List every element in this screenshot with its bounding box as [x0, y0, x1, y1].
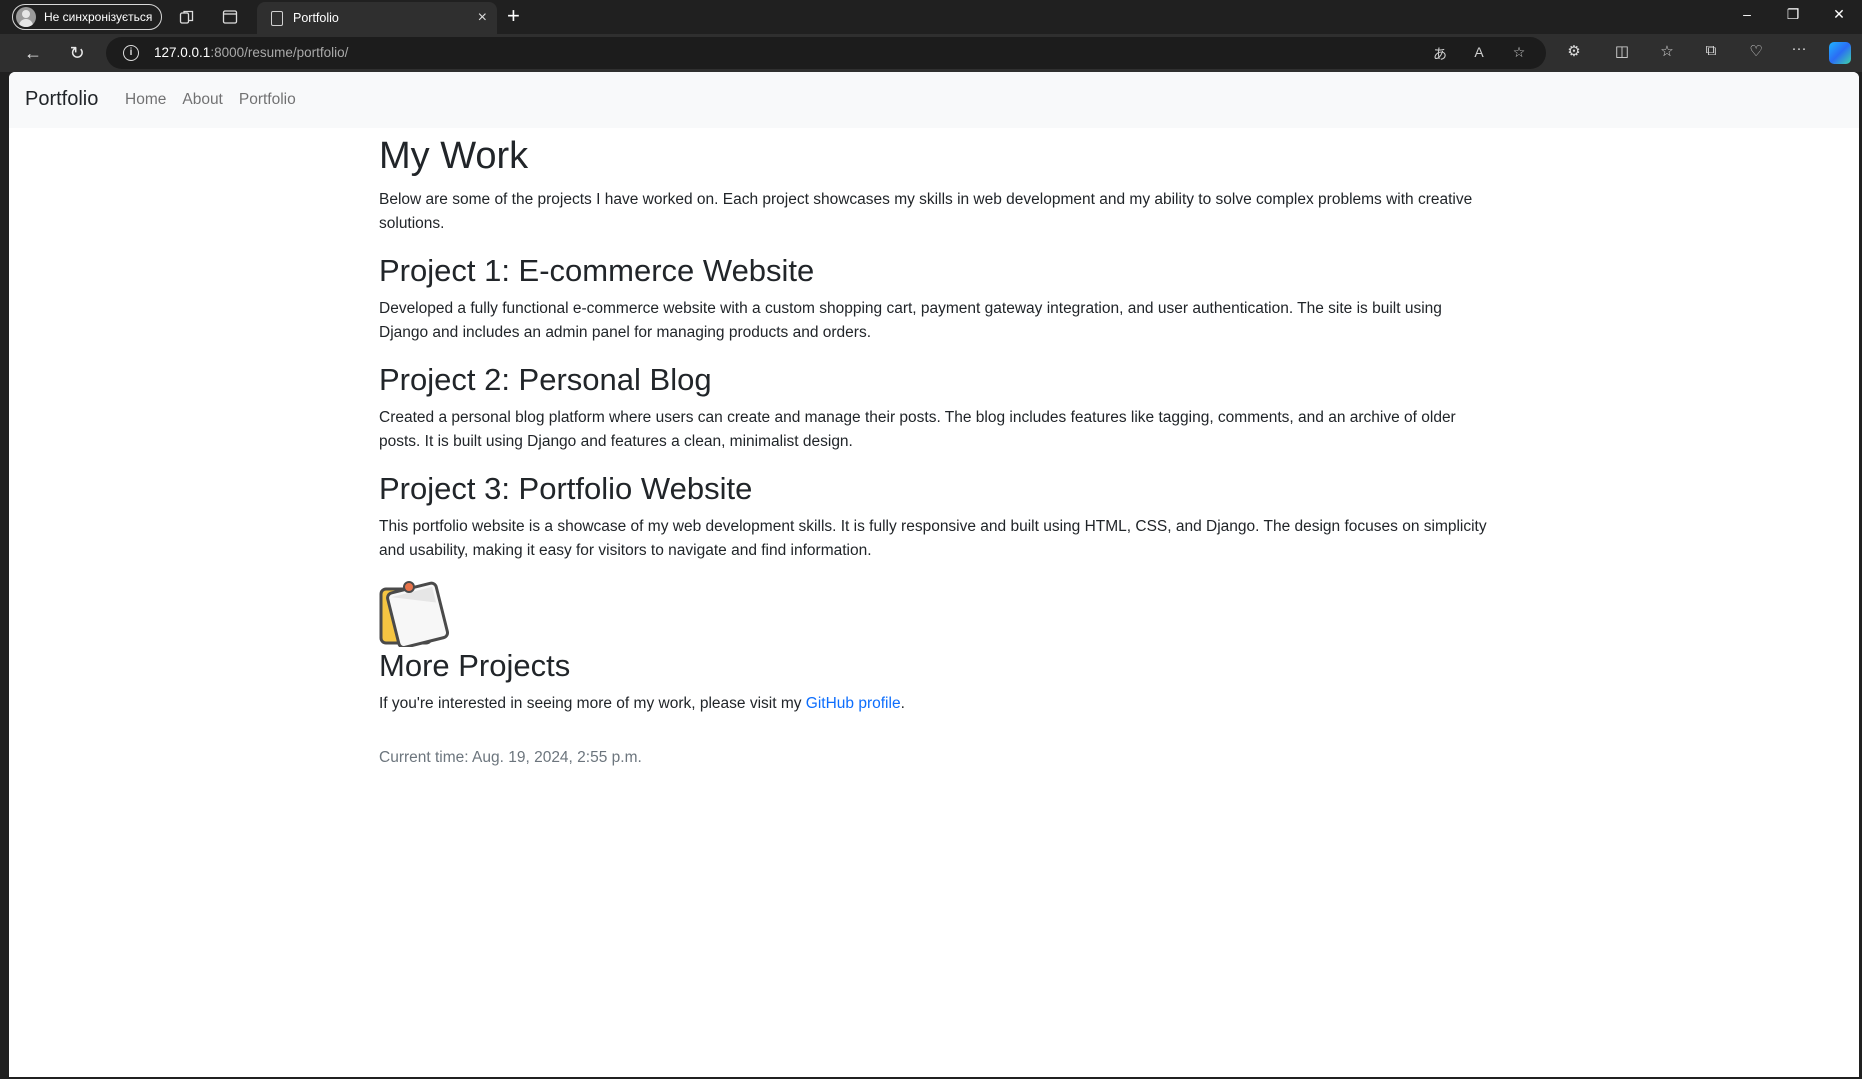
project-2-title: Project 2: Personal Blog: [379, 361, 712, 397]
tab-portfolio[interactable]: Portfolio ×: [257, 2, 497, 34]
address-bar[interactable]: i 127.0.0.1:8000/resume/portfolio/ あ A ☆: [106, 37, 1546, 69]
url-host: 127.0.0.1: [154, 45, 211, 60]
current-time: Current time: Aug. 19, 2024, 2:55 p.m.: [379, 749, 642, 767]
back-icon[interactable]: ←: [22, 42, 44, 64]
nav-links: Home About Portfolio: [125, 91, 296, 109]
more-text-before: If you're interested in seeing more of m…: [379, 695, 806, 713]
translate-icon[interactable]: あ: [1430, 44, 1450, 64]
page-viewport: Portfolio Home About Portfolio My Work B…: [9, 72, 1859, 1077]
project-2-description: Created a personal blog platform where u…: [379, 408, 1456, 450]
navbar-brand[interactable]: Portfolio: [25, 88, 98, 111]
project-1-title: Project 1: E-commerce Website: [379, 252, 815, 288]
workspaces-icon[interactable]: [178, 8, 196, 26]
extensions-icon[interactable]: ⚙: [1563, 42, 1585, 60]
refresh-icon[interactable]: ↻: [66, 42, 88, 64]
minimize-icon[interactable]: –: [1727, 6, 1767, 22]
nav-link-home[interactable]: Home: [125, 91, 166, 109]
browser-toolbar: ← ↻ i 127.0.0.1:8000/resume/portfolio/ あ…: [0, 34, 1862, 72]
favorites-icon[interactable]: ☆: [1656, 42, 1678, 60]
main-content: My Work Below are some of the projects I…: [379, 128, 1491, 786]
pinned-note-icon: [379, 581, 450, 648]
close-icon[interactable]: ×: [478, 10, 487, 26]
page-icon: [271, 10, 283, 26]
read-aloud-icon[interactable]: A: [1469, 44, 1489, 60]
collections-icon[interactable]: ⧉: [1700, 42, 1722, 59]
project-1-description: Developed a fully functional e-commerce …: [379, 299, 1442, 341]
project-3-title: Project 3: Portfolio Website: [379, 470, 753, 506]
avatar: [16, 7, 36, 27]
url-path: :8000/resume/portfolio/: [210, 45, 349, 60]
browser-titlebar: Не синхронізується Portfolio × + – ❐ ✕: [0, 0, 1862, 34]
tab-title: Portfolio: [293, 11, 339, 25]
nav-link-about[interactable]: About: [182, 91, 223, 109]
copilot-icon[interactable]: [1829, 42, 1851, 64]
project-3-description: This portfolio website is a showcase of …: [379, 518, 1487, 560]
more-menu-icon[interactable]: ···: [1788, 40, 1810, 57]
info-icon[interactable]: i: [123, 45, 139, 61]
url-text[interactable]: 127.0.0.1:8000/resume/portfolio/: [154, 45, 348, 60]
profile-label: Не синхронізується: [44, 10, 153, 24]
more-projects-title: More Projects: [379, 648, 571, 684]
more-text-after: .: [900, 695, 905, 713]
page-title: My Work: [379, 135, 529, 177]
more-projects-text: If you're interested in seeing more of m…: [379, 692, 1491, 716]
restore-icon[interactable]: ❐: [1773, 6, 1813, 23]
new-tab-icon[interactable]: +: [507, 5, 520, 27]
browser-essentials-icon[interactable]: ♡: [1745, 42, 1767, 60]
favorite-star-icon[interactable]: ☆: [1509, 44, 1529, 61]
site-navbar: Portfolio Home About Portfolio: [9, 72, 1859, 128]
github-profile-link[interactable]: GitHub profile: [806, 695, 901, 712]
split-screen-icon[interactable]: ◫: [1611, 42, 1633, 60]
tab-actions-icon[interactable]: [221, 8, 239, 26]
window-close-icon[interactable]: ✕: [1819, 6, 1859, 23]
intro-text: Below are some of the projects I have wo…: [379, 190, 1473, 232]
nav-link-portfolio[interactable]: Portfolio: [239, 91, 296, 109]
profile-button[interactable]: Не синхронізується: [12, 4, 162, 30]
